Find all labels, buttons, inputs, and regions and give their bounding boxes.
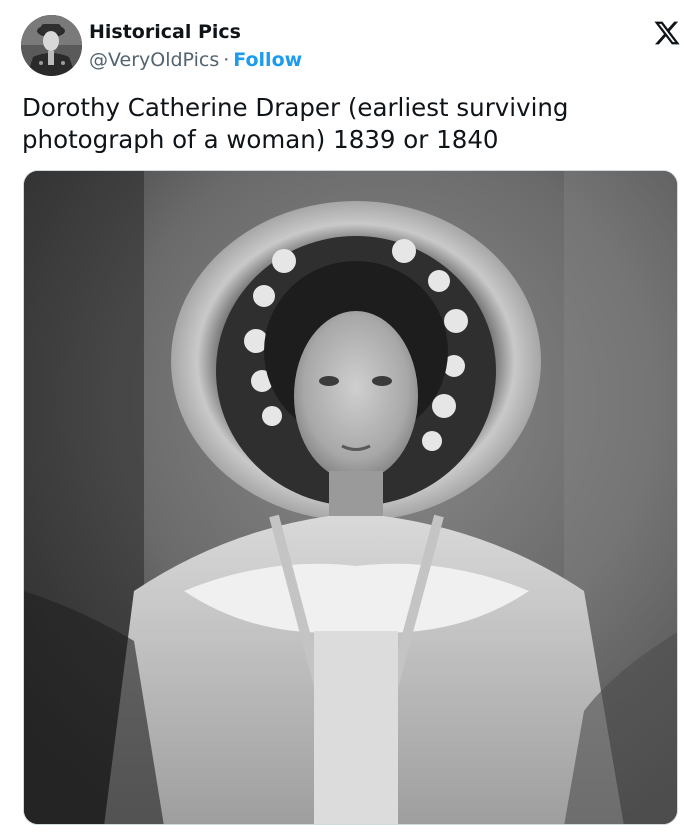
tweet-photo[interactable] [23,170,678,825]
x-logo-icon[interactable] [653,19,681,47]
author-display-name[interactable]: Historical Pics [89,20,241,44]
author-avatar[interactable] [21,15,82,76]
author-handle[interactable]: @VeryOldPics [89,49,219,71]
author-handle-row: @VeryOldPics · Follow [89,48,302,72]
follow-button[interactable]: Follow [233,49,302,71]
tweet-header: Historical Pics @VeryOldPics · Follow [21,15,681,77]
separator-dot: · [223,49,230,71]
tweet-text: Dorothy Catherine Draper (earliest survi… [22,93,569,154]
tweet-card: Historical Pics @VeryOldPics · Follow Doro… [0,0,700,836]
